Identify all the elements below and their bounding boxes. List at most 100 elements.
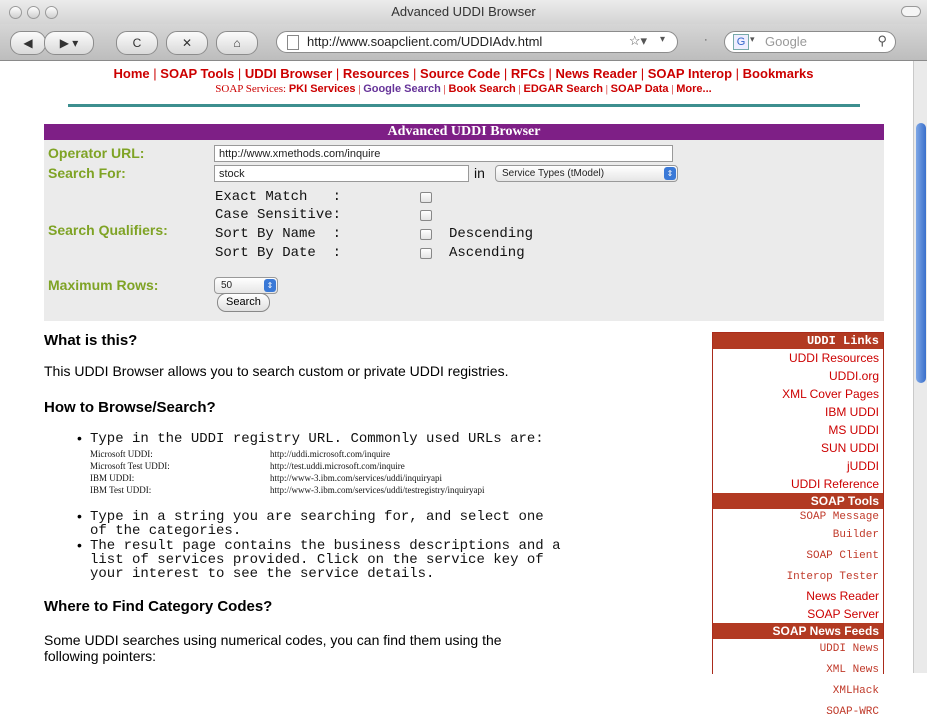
nav-home[interactable]: Home: [114, 66, 150, 81]
back-icon: ◀: [23, 36, 33, 50]
sidebar-link-uddi-resources[interactable]: UDDI Resources: [713, 349, 883, 367]
registry-row: Microsoft Test UDDI: http://test.uddi.mic…: [90, 461, 405, 471]
reload-button[interactable]: C: [116, 31, 158, 55]
sidebar-link-uddi-org[interactable]: UDDI.org: [713, 367, 883, 385]
sidebar-link-interop-tester[interactable]: Interop Tester: [713, 569, 883, 587]
registry-name: IBM UDDI:: [90, 473, 135, 483]
sidebar-link-soap-server[interactable]: SOAP Server: [713, 605, 883, 623]
google-icon[interactable]: G: [733, 34, 749, 50]
exact-match-label: Exact Match :: [215, 189, 342, 205]
ascending-label: Ascending: [449, 245, 525, 261]
category-codes-heading: Where to Find Category Codes?: [44, 598, 273, 615]
registry-url: http://www-3.ibm.com/services/uddi/inqui…: [270, 473, 442, 483]
uddi-search-form: Advanced UDDI Browser Operator URL: http…: [44, 124, 884, 321]
address-text: http://www.soapclient.com/UDDIAdv.html: [307, 34, 543, 49]
address-bar[interactable]: http://www.soapclient.com/UDDIAdv.html ☆…: [276, 31, 678, 53]
select-arrow-icon: ⇕: [264, 279, 276, 292]
nav-resources[interactable]: Resources: [343, 66, 409, 81]
engine-dropdown-icon[interactable]: ▾: [750, 34, 755, 45]
sidebar-link-juddi[interactable]: jUDDI: [713, 457, 883, 475]
maximum-rows-label: Maximum Rows:: [48, 277, 159, 293]
in-label: in: [474, 165, 485, 181]
search-icon[interactable]: ⚲: [877, 33, 887, 49]
what-is-this-text: This UDDI Browser allows you to search c…: [44, 363, 509, 379]
nav-pki-services[interactable]: PKI Services: [289, 83, 356, 95]
back-button[interactable]: ◀: [10, 31, 46, 55]
case-sensitive-label: Case Sensitive:: [215, 207, 342, 223]
sort-by-name-checkbox[interactable]: [420, 229, 432, 240]
nav-source-code[interactable]: Source Code: [420, 66, 500, 81]
search-placeholder: Google: [765, 34, 807, 49]
sidebar-link-soap-message[interactable]: SOAP Message: [713, 509, 883, 527]
sidebar-link-ibm-uddi[interactable]: IBM UDDI: [713, 403, 883, 421]
registry-url: http://test.uddi.microsoft.com/inquire: [270, 461, 405, 471]
registry-row: IBM UDDI: http://www-3.ibm.com/services/u…: [90, 473, 442, 483]
search-qualifiers-label: Search Qualifiers:: [48, 222, 168, 238]
descending-label: Descending: [449, 226, 534, 242]
nav-more[interactable]: More...: [676, 83, 711, 95]
links-sidebar: UDDI Links UDDI Resources UDDI.org XML C…: [712, 332, 884, 718]
sidebar-link-xmlhack[interactable]: XMLHack: [713, 683, 883, 701]
sidebar-link-uddi-reference[interactable]: UDDI Reference: [713, 475, 883, 493]
search-bar[interactable]: G ▾ Google ⚲: [724, 31, 896, 53]
bullet-icon: •: [77, 430, 82, 446]
bullet-2-line-2: of the categories.: [90, 523, 242, 539]
registry-url: http://www-3.ibm.com/services/uddi/testr…: [270, 485, 485, 495]
registry-row: IBM Test UDDI: http://www-3.ibm.com/servi…: [90, 485, 484, 495]
operator-url-input[interactable]: http://www.xmethods.com/inquire: [214, 145, 673, 162]
nav-edgar-search[interactable]: EDGAR Search: [523, 83, 602, 95]
how-to-browse-heading: How to Browse/Search?: [44, 399, 216, 416]
nav-uddi-browser[interactable]: UDDI Browser: [245, 66, 332, 81]
sidebar-link-builder[interactable]: Builder: [713, 527, 883, 545]
nav-divider: [68, 104, 860, 107]
sidebar-link-soap-wrc[interactable]: SOAP-WRC: [713, 704, 883, 722]
registry-url: http://uddi.microsoft.com/inquire: [270, 449, 390, 459]
forward-button[interactable]: ▶ ▾: [44, 31, 94, 55]
search-for-label: Search For:: [48, 165, 126, 181]
services-label: SOAP Services:: [215, 83, 287, 95]
stop-button[interactable]: ✕: [166, 31, 208, 55]
case-sensitive-checkbox[interactable]: [420, 210, 432, 221]
maximum-rows-value: 50: [221, 280, 233, 291]
bookmark-star-icon[interactable]: ☆▾: [629, 33, 647, 49]
nav-google-search[interactable]: Google Search: [363, 83, 441, 95]
toolbar-toggle-icon[interactable]: [901, 6, 921, 17]
nav-bookmarks[interactable]: Bookmarks: [743, 66, 814, 81]
registry-row: Microsoft UDDI: http://uddi.microsoft.com…: [90, 449, 390, 459]
vertical-scrollbar[interactable]: [913, 61, 927, 673]
sort-by-date-checkbox[interactable]: [420, 248, 432, 259]
search-category-select[interactable]: Service Types (tModel) ⇕: [495, 165, 678, 182]
bullet-3-line-3: your interest to see the service details…: [90, 566, 435, 582]
sidebar-link-sun-uddi[interactable]: SUN UDDI: [713, 439, 883, 457]
nav-soap-interop[interactable]: SOAP Interop: [648, 66, 732, 81]
search-for-input[interactable]: stock: [214, 165, 469, 182]
site-navigation: Home | SOAP Tools | UDDI Browser | Resou…: [0, 66, 927, 95]
sidebar-link-news-reader[interactable]: News Reader: [713, 587, 883, 605]
sidebar-link-xml-cover-pages[interactable]: XML Cover Pages: [713, 385, 883, 403]
scrollbar-thumb[interactable]: [916, 123, 926, 383]
home-icon: ⌂: [233, 36, 241, 50]
what-is-this-heading: What is this?: [44, 332, 138, 349]
maximum-rows-select[interactable]: 50 ⇕: [214, 277, 278, 294]
search-button[interactable]: Search: [217, 293, 270, 312]
sidebar-link-soap-client[interactable]: SOAP Client: [713, 548, 883, 566]
exact-match-checkbox[interactable]: [420, 192, 432, 203]
nav-rfcs[interactable]: RFCs: [511, 66, 545, 81]
category-codes-text-2: following pointers:: [44, 648, 157, 664]
sidebar-link-ms-uddi[interactable]: MS UDDI: [713, 421, 883, 439]
stop-icon: ✕: [181, 36, 193, 50]
nav-soap-tools[interactable]: SOAP Tools: [160, 66, 234, 81]
sidebar-link-xml-news[interactable]: XML News: [713, 662, 883, 680]
sort-by-date-label: Sort By Date :: [215, 245, 342, 261]
forward-icon: ▶: [59, 36, 69, 50]
nav-soap-data[interactable]: SOAP Data: [611, 83, 669, 95]
sidebar-link-uddi-news[interactable]: UDDI News: [713, 641, 883, 659]
bullet-1-text: Type in the UDDI registry URL. Commonly …: [90, 431, 544, 447]
search-engine-divider-icon: ·: [704, 34, 708, 46]
nav-book-search[interactable]: Book Search: [449, 83, 516, 95]
services-nav: SOAP Services: PKI Services | Google Sea…: [215, 83, 712, 95]
url-history-icon[interactable]: ▾: [660, 34, 665, 45]
nav-news-reader[interactable]: News Reader: [555, 66, 637, 81]
home-button[interactable]: ⌂: [216, 31, 258, 55]
search-category-value: Service Types (tModel): [502, 168, 605, 179]
